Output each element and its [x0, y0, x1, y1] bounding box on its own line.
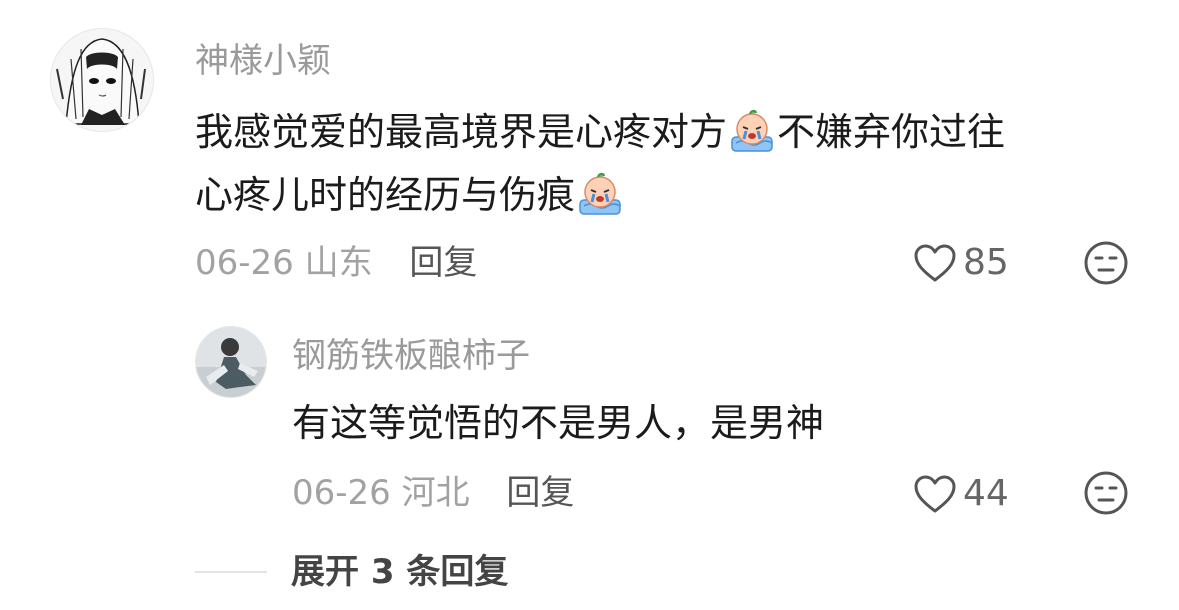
expand-replies-button[interactable]: 展开 3 条回复 — [195, 555, 508, 589]
comment-username[interactable]: 神様小颖 — [195, 44, 331, 78]
comment-location: 山东 — [304, 243, 373, 283]
crying-face-icon — [728, 109, 776, 153]
like-button[interactable]: 85 — [913, 243, 1009, 283]
comment-text-line-1: 我感觉爱的最高境界是心疼对方 不嫌弃你过往 — [195, 109, 1005, 153]
dislike-button[interactable] — [1083, 240, 1129, 286]
divider — [195, 571, 267, 573]
neutral-face-icon — [1084, 241, 1128, 285]
comment-text-segment: 不嫌弃你过往 — [777, 110, 1006, 154]
comment-meta: 06-26 山东 回复 — [195, 246, 477, 280]
heart-icon — [914, 475, 956, 513]
expand-replies-label[interactable]: 展开 3 条回复 — [291, 555, 508, 589]
reply-location: 河北 — [401, 473, 470, 513]
like-count: 44 — [963, 473, 1009, 514]
crying-face-icon — [576, 172, 624, 216]
dislike-button[interactable] — [1083, 470, 1129, 516]
comment-date: 06-26 — [195, 243, 294, 283]
comment-text-line-2: 心疼儿时的经历与伤痕 — [195, 172, 625, 216]
like-count: 85 — [963, 242, 1009, 283]
reply-date: 06-26 — [292, 473, 391, 513]
like-button[interactable]: 44 — [913, 474, 1009, 514]
reply-username[interactable]: 钢筋铁板酿柿子 — [292, 339, 530, 373]
neutral-face-icon — [1084, 471, 1128, 515]
anime-girl-avatar-icon — [51, 29, 153, 131]
person-photo-avatar-icon — [196, 327, 266, 397]
reply-button[interactable]: 回复 — [506, 473, 574, 513]
comment-text-segment: 心疼儿时的经历与伤痕 — [195, 173, 576, 217]
avatar[interactable] — [50, 28, 154, 132]
heart-icon — [914, 244, 956, 282]
reply-meta: 06-26 河北 回复 — [292, 476, 574, 510]
reply-button[interactable]: 回复 — [409, 243, 477, 283]
reply-text: 有这等觉悟的不是男人，是男神 — [292, 401, 825, 445]
comment-text-segment: 我感觉爱的最高境界是心疼对方 — [195, 110, 728, 154]
avatar[interactable] — [195, 326, 267, 398]
